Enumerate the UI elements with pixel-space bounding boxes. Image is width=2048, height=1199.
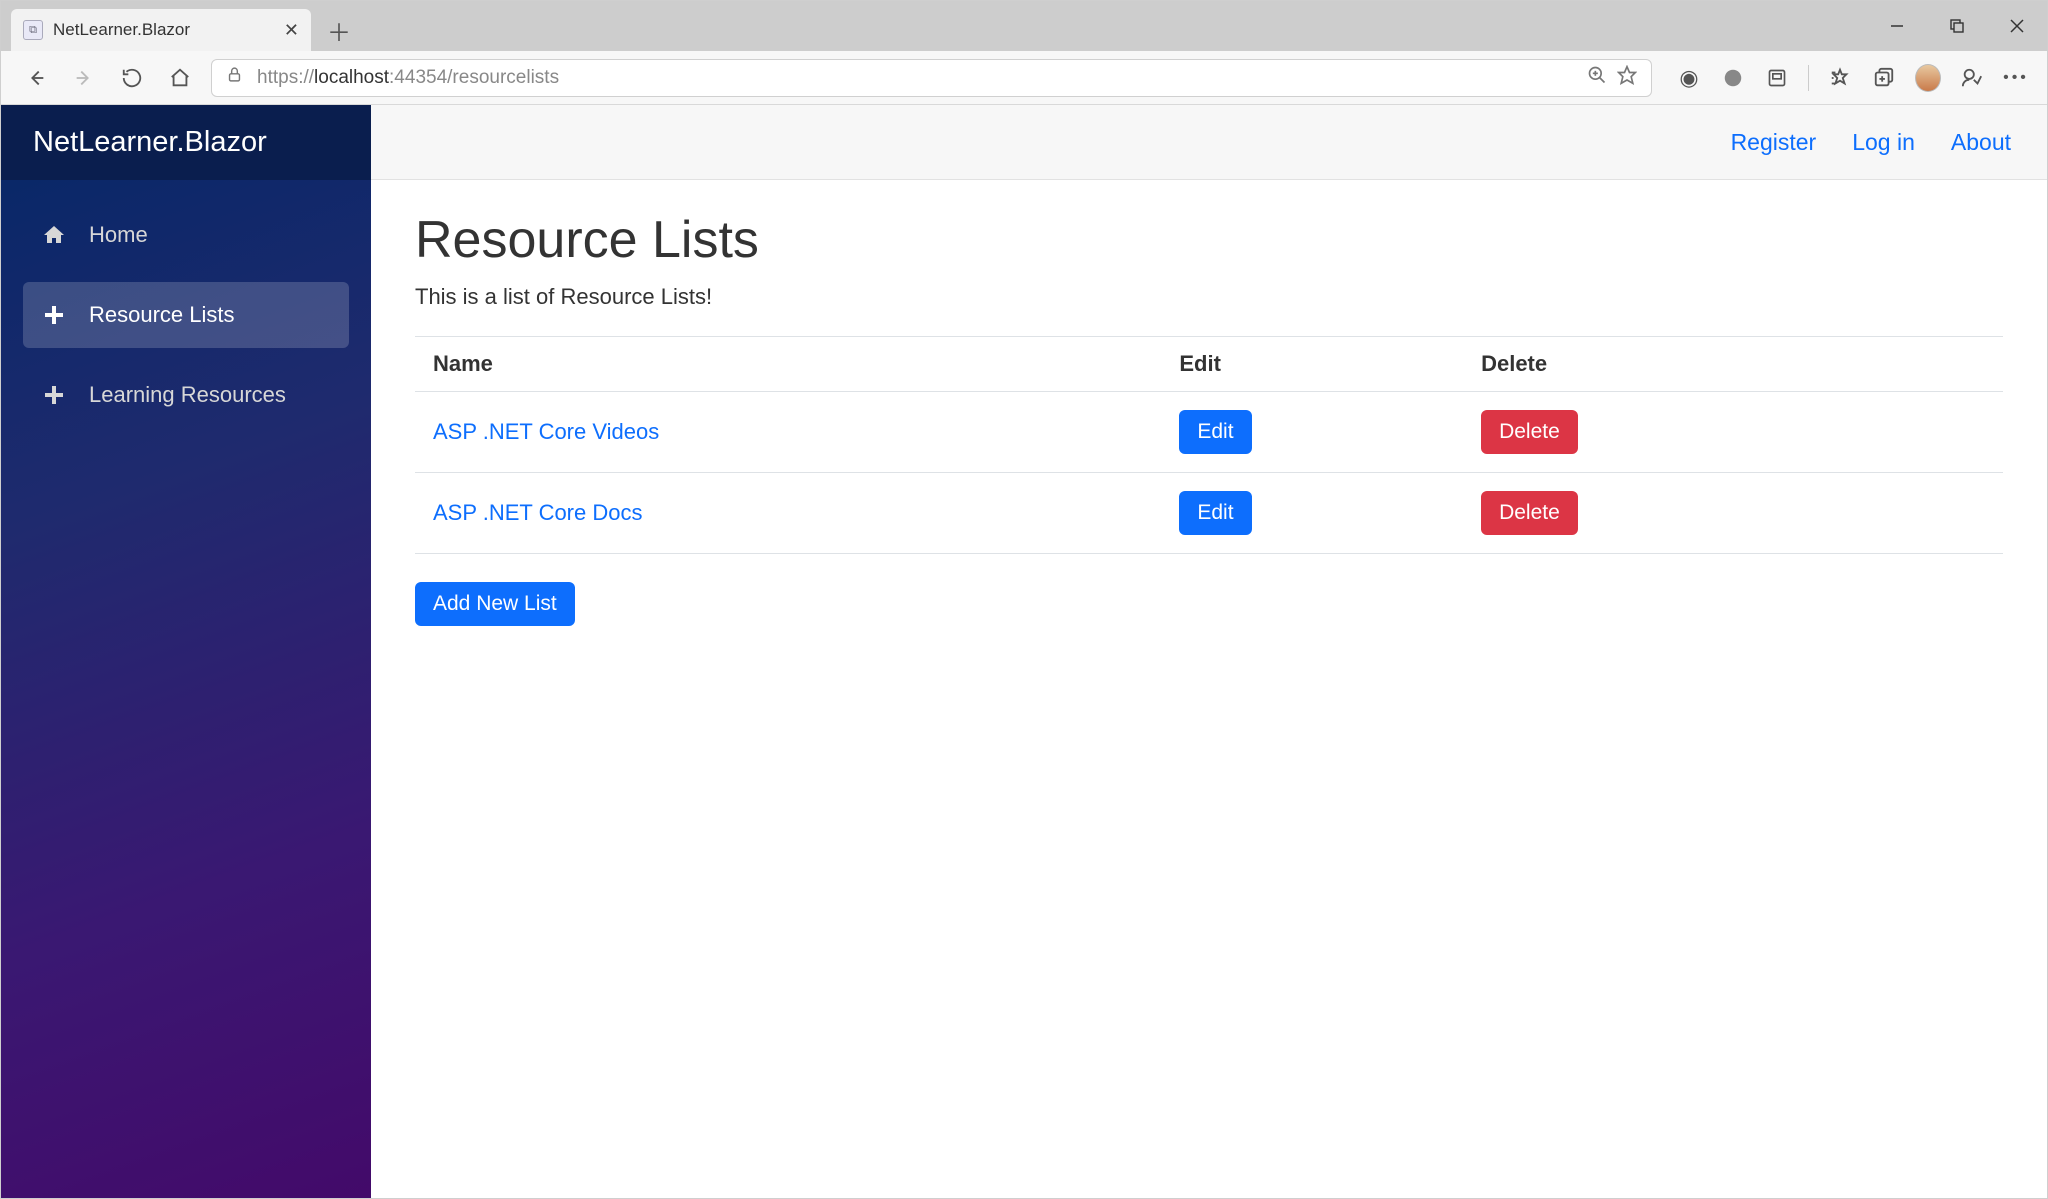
url-scheme: https:// — [257, 67, 314, 89]
sidebar-item-home[interactable]: Home — [23, 202, 349, 268]
page-title: Resource Lists — [415, 210, 2003, 270]
table-row: ASP .NET Core Docs Edit Delete — [415, 473, 2003, 554]
edit-button[interactable]: Edit — [1179, 491, 1251, 535]
resource-list-link[interactable]: ASP .NET Core Docs — [433, 500, 642, 525]
about-link[interactable]: About — [1951, 129, 2011, 156]
plus-icon — [39, 300, 69, 330]
browser-toolbar: https://localhost:44354/resourcelists ◉ — [1, 51, 2047, 105]
separator — [1808, 65, 1809, 91]
url-path: :44354/resourcelists — [389, 67, 559, 89]
home-icon — [39, 220, 69, 250]
sidebar-item-label: Home — [89, 222, 148, 248]
sidebar-item-label: Learning Resources — [89, 382, 286, 408]
home-button[interactable] — [163, 61, 197, 95]
globe-extension-icon[interactable] — [1720, 65, 1746, 91]
topbar: Register Log in About — [371, 105, 2047, 180]
address-bar[interactable]: https://localhost:44354/resourcelists — [211, 59, 1652, 97]
col-edit: Edit — [1161, 337, 1463, 392]
sidebar-item-resource-lists[interactable]: Resource Lists — [23, 282, 349, 348]
window-controls — [1867, 1, 2047, 51]
url-host: localhost — [314, 67, 389, 89]
register-link[interactable]: Register — [1731, 129, 1817, 156]
tab-title: NetLearner.Blazor — [53, 20, 284, 40]
collections-icon[interactable] — [1871, 65, 1897, 91]
nav: Home Resource Lists Learning Resources — [1, 180, 371, 464]
login-link[interactable]: Log in — [1852, 129, 1915, 156]
app: NetLearner.Blazor Home Resource Lists — [1, 105, 2047, 1198]
resource-list-link[interactable]: ASP .NET Core Videos — [433, 419, 659, 444]
delete-button[interactable]: Delete — [1481, 410, 1578, 454]
zoom-icon[interactable] — [1587, 65, 1607, 91]
adblock-icon[interactable]: ◉ — [1676, 65, 1702, 91]
close-window-button[interactable] — [1987, 1, 2047, 51]
back-button[interactable] — [19, 61, 53, 95]
maximize-button[interactable] — [1927, 1, 1987, 51]
favorite-icon[interactable] — [1617, 65, 1637, 91]
table-header-row: Name Edit Delete — [415, 337, 2003, 392]
feedback-icon[interactable] — [1959, 65, 1985, 91]
content: Resource Lists This is a list of Resourc… — [371, 180, 2047, 1198]
browser-window: ⧉ NetLearner.Blazor ✕ ＋ https://loca — [0, 0, 2048, 1199]
profile-avatar[interactable] — [1915, 65, 1941, 91]
favorites-list-icon[interactable] — [1827, 65, 1853, 91]
minimize-button[interactable] — [1867, 1, 1927, 51]
forward-button[interactable] — [67, 61, 101, 95]
close-tab-icon[interactable]: ✕ — [284, 20, 299, 41]
sidebar-item-label: Resource Lists — [89, 302, 235, 328]
more-options-icon[interactable]: ••• — [2003, 65, 2029, 91]
refresh-button[interactable] — [115, 61, 149, 95]
page-description: This is a list of Resource Lists! — [415, 284, 2003, 310]
table-row: ASP .NET Core Videos Edit Delete — [415, 392, 2003, 473]
col-name: Name — [415, 337, 1161, 392]
tab-strip: ⧉ NetLearner.Blazor ✕ ＋ — [1, 1, 2047, 51]
brand-label: NetLearner.Blazor — [33, 126, 267, 159]
resource-lists-table: Name Edit Delete ASP .NET Core Videos Ed… — [415, 336, 2003, 554]
delete-button[interactable]: Delete — [1481, 491, 1578, 535]
brand[interactable]: NetLearner.Blazor — [1, 105, 371, 180]
favicon-icon: ⧉ — [23, 20, 43, 40]
col-delete: Delete — [1463, 337, 2003, 392]
main: Register Log in About Resource Lists Thi… — [371, 105, 2047, 1198]
plus-icon — [39, 380, 69, 410]
toolbar-right-icons: ◉ ••• — [1676, 65, 2029, 91]
add-new-list-button[interactable]: Add New List — [415, 582, 575, 626]
new-tab-button[interactable]: ＋ — [323, 14, 355, 46]
lock-icon — [226, 66, 243, 89]
browser-tab[interactable]: ⧉ NetLearner.Blazor ✕ — [11, 9, 311, 51]
sidebar-item-learning-resources[interactable]: Learning Resources — [23, 362, 349, 428]
reader-view-icon[interactable] — [1764, 65, 1790, 91]
sidebar: NetLearner.Blazor Home Resource Lists — [1, 105, 371, 1198]
edit-button[interactable]: Edit — [1179, 410, 1251, 454]
